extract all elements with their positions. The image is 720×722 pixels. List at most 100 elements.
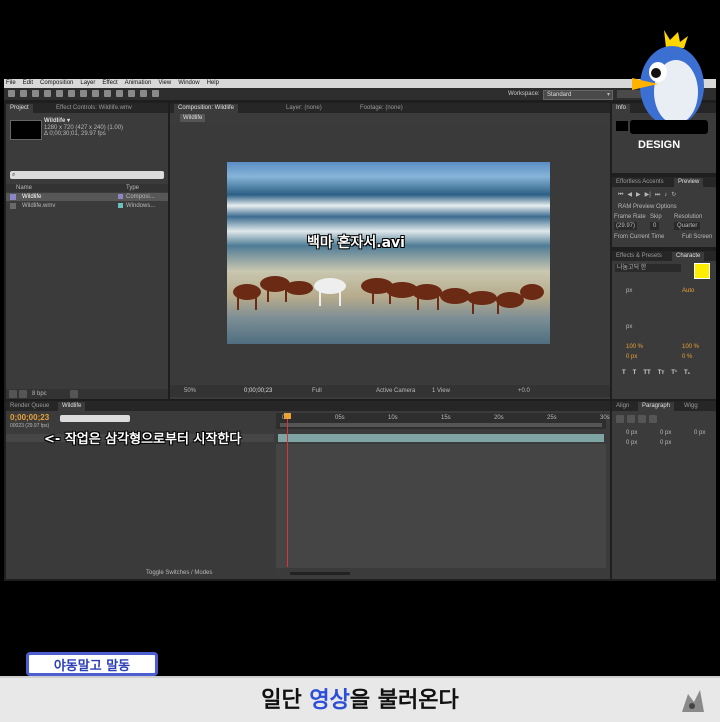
tab-project[interactable]: Project bbox=[6, 104, 33, 113]
first-line-indent-value[interactable]: 0 px bbox=[694, 429, 705, 437]
tsume-value[interactable]: 0 % bbox=[682, 353, 692, 361]
rotate-tool-icon[interactable] bbox=[44, 90, 51, 97]
indent-right-value[interactable]: 0 px bbox=[660, 429, 671, 437]
next-frame-icon[interactable]: ▶| bbox=[645, 191, 651, 199]
justify-icon[interactable] bbox=[649, 415, 657, 423]
tab-render-queue[interactable]: Render Queue bbox=[6, 402, 53, 411]
eraser-tool-icon[interactable] bbox=[128, 90, 135, 97]
column-type[interactable]: Type bbox=[126, 184, 139, 192]
layer-duration-bar[interactable] bbox=[278, 434, 604, 442]
stroke-width-unit: px bbox=[626, 324, 633, 330]
selection-tool-icon[interactable] bbox=[8, 90, 15, 97]
vertical-scale-value[interactable]: 100 % bbox=[626, 343, 643, 351]
tab-effect-controls[interactable]: Effect Controls: Wildlife.wmv bbox=[52, 104, 136, 113]
resolution-select[interactable]: Full bbox=[312, 387, 322, 395]
font-family-select[interactable]: 나눔고딕 한 bbox=[615, 264, 681, 272]
pan-behind-tool-icon[interactable] bbox=[68, 90, 75, 97]
playhead[interactable] bbox=[287, 417, 288, 567]
tab-comp-wildlife[interactable]: Wildlife bbox=[180, 114, 206, 122]
clone-tool-icon[interactable] bbox=[116, 90, 123, 97]
superscript-button[interactable]: T¹ bbox=[671, 369, 677, 377]
tab-footage[interactable]: Footage: (none) bbox=[356, 104, 407, 113]
align-right-icon[interactable] bbox=[638, 415, 646, 423]
menu-item-animation[interactable]: Animation bbox=[125, 79, 152, 88]
menu-item-layer[interactable]: Layer bbox=[80, 79, 95, 88]
from-current-checkbox[interactable]: From Current Time bbox=[614, 233, 664, 241]
zoom-select[interactable]: 50% bbox=[184, 387, 196, 395]
baseline-shift-value[interactable]: 0 px bbox=[626, 353, 637, 361]
brush-tool-icon[interactable] bbox=[104, 90, 111, 97]
tab-effortless-accents[interactable]: Effortless Accents bbox=[612, 178, 668, 187]
all-caps-button[interactable]: TT bbox=[643, 369, 650, 377]
last-frame-icon[interactable]: ⏭ bbox=[655, 191, 660, 199]
tab-composition[interactable]: Composition: Wildlife bbox=[174, 104, 239, 113]
pen-tool-icon[interactable] bbox=[80, 90, 87, 97]
tab-preview[interactable]: Preview bbox=[674, 178, 704, 187]
space-before-value[interactable]: 0 px bbox=[626, 439, 637, 447]
roto-brush-icon[interactable] bbox=[140, 90, 147, 97]
tab-effects-presets[interactable]: Effects & Presets bbox=[612, 252, 666, 261]
frame-rate-select[interactable]: (29.97) bbox=[614, 222, 638, 230]
trash-icon[interactable] bbox=[70, 390, 78, 398]
puppet-tool-icon[interactable] bbox=[152, 90, 159, 97]
bpc-label[interactable]: 8 bpc bbox=[32, 390, 47, 398]
view-layout-select[interactable]: 1 View bbox=[432, 387, 450, 395]
tab-wiggle[interactable]: Wigg bbox=[680, 402, 702, 411]
list-item[interactable]: Wildlife.wmv Windows... bbox=[6, 202, 168, 210]
loop-icon[interactable]: ↻ bbox=[671, 191, 676, 199]
project-search[interactable]: ⌕ bbox=[10, 171, 164, 179]
align-left-icon[interactable] bbox=[616, 415, 624, 423]
menu-item-help[interactable]: Help bbox=[207, 79, 219, 88]
zoom-tool-icon[interactable] bbox=[32, 90, 39, 97]
menu-item-composition[interactable]: Composition bbox=[40, 79, 73, 88]
toggle-switches-modes[interactable]: Toggle Switches / Modes bbox=[146, 569, 212, 577]
full-screen-checkbox[interactable]: Full Screen bbox=[682, 233, 712, 241]
workspace-select[interactable]: Standard ▾ bbox=[543, 90, 613, 100]
hand-tool-icon[interactable] bbox=[20, 90, 27, 97]
play-icon[interactable]: ▶ bbox=[636, 191, 641, 199]
faux-bold-button[interactable]: T bbox=[622, 369, 626, 377]
tab-paragraph[interactable]: Paragraph bbox=[638, 402, 675, 411]
folder-icon[interactable] bbox=[9, 390, 17, 398]
indent-left-value[interactable]: 0 px bbox=[626, 429, 637, 437]
prev-frame-icon[interactable]: ◀ bbox=[627, 191, 632, 199]
audio-icon[interactable]: ♪ bbox=[664, 191, 667, 199]
menu-item-view[interactable]: View bbox=[158, 79, 171, 88]
space-after-value[interactable]: 0 px bbox=[660, 439, 671, 447]
skip-field[interactable]: 0 bbox=[650, 222, 660, 230]
horizontal-scale-value[interactable]: 100 % bbox=[682, 343, 699, 351]
first-frame-icon[interactable]: ⏮ bbox=[618, 191, 623, 199]
timeline-timecode[interactable]: 0;00;00;23 bbox=[10, 413, 49, 422]
subscript-button[interactable]: T₁ bbox=[684, 369, 690, 377]
column-name[interactable]: Name bbox=[16, 184, 32, 192]
timeline-search[interactable] bbox=[60, 415, 130, 422]
fill-color-swatch[interactable] bbox=[694, 263, 710, 279]
menu-item-window[interactable]: Window bbox=[178, 79, 199, 88]
tab-align[interactable]: Align bbox=[612, 402, 633, 411]
resolution-select[interactable]: Quarter bbox=[674, 222, 701, 230]
composition-panel: Composition: Wildlife Layer: (none) Foot… bbox=[170, 103, 610, 399]
zoom-slider[interactable] bbox=[290, 572, 350, 575]
exposure-value[interactable]: +0.0 bbox=[518, 387, 530, 395]
camera-tool-icon[interactable] bbox=[56, 90, 63, 97]
composition-icon[interactable] bbox=[19, 390, 27, 398]
ram-preview-select[interactable]: RAM Preview Options bbox=[618, 203, 677, 211]
leading-value[interactable]: Auto bbox=[682, 287, 694, 295]
tab-timeline-wildlife[interactable]: Wildlife bbox=[58, 402, 86, 411]
menu-item-file[interactable]: File bbox=[6, 79, 16, 88]
tab-character[interactable]: Characte bbox=[672, 252, 705, 261]
tab-layer[interactable]: Layer: (none) bbox=[282, 104, 326, 113]
playhead-handle[interactable] bbox=[284, 413, 291, 419]
time-ruler[interactable]: 0s05s10s15s20s25s30s bbox=[276, 413, 610, 429]
list-item[interactable]: Wildlife Composi... bbox=[6, 193, 168, 201]
align-center-icon[interactable] bbox=[627, 415, 635, 423]
camera-select[interactable]: Active Camera bbox=[376, 387, 415, 395]
menu-item-edit[interactable]: Edit bbox=[23, 79, 33, 88]
text-tool-icon[interactable] bbox=[92, 90, 99, 97]
work-area-bar[interactable] bbox=[280, 423, 602, 427]
menu-item-effect[interactable]: Effect bbox=[102, 79, 117, 88]
faux-italic-button[interactable]: T bbox=[633, 369, 637, 377]
small-caps-button[interactable]: Tт bbox=[658, 369, 665, 377]
timecode-display[interactable]: 0;00;00;23 bbox=[244, 387, 272, 395]
horses-image bbox=[233, 276, 544, 314]
